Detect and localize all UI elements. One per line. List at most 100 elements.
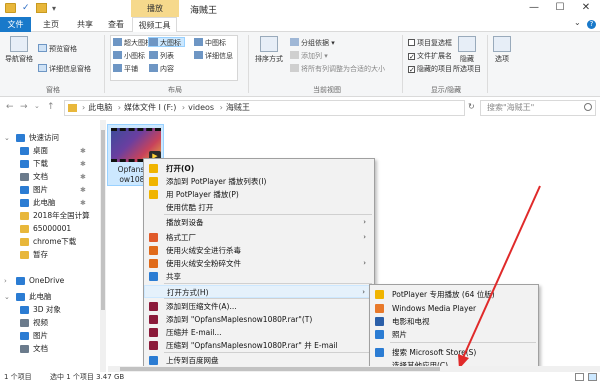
nav-item[interactable]: 65000001: [0, 223, 100, 235]
nav-item[interactable]: 图片 ✱: [0, 184, 100, 196]
recent-locations-icon[interactable]: ⌄: [34, 102, 40, 110]
cube-icon: [20, 306, 29, 314]
item-checkboxes-toggle[interactable]: 项目复选框: [408, 38, 452, 48]
context-menu-item[interactable]: 共享: [144, 270, 374, 283]
checkbox[interactable]: [408, 39, 415, 46]
layout-medium-icons[interactable]: 中图标: [194, 38, 226, 48]
nav-item[interactable]: chrome下载: [0, 236, 100, 248]
maximize-button[interactable]: ☐: [547, 1, 573, 15]
open-with-item[interactable]: 照片: [370, 328, 538, 341]
details-view-icon[interactable]: [575, 373, 584, 381]
add-columns-button[interactable]: 添加列 ▾: [290, 51, 328, 61]
breadcrumb-this-pc[interactable]: 此电脑: [88, 103, 112, 112]
sort-by-button[interactable]: 排序方式: [252, 36, 286, 64]
menu-item-label: 压缩到 "OpfansMaplesnow1080P.rar" 并 E-mail: [166, 341, 338, 350]
help-icon[interactable]: ?: [587, 20, 596, 29]
tab-file[interactable]: 文件: [0, 17, 31, 32]
checkbox-checked[interactable]: ✓: [408, 53, 415, 61]
checkbox-checked[interactable]: ✓: [408, 66, 415, 74]
details-pane-button[interactable]: 详细信息窗格: [38, 64, 91, 74]
minimize-button[interactable]: —: [521, 1, 547, 15]
nav-item[interactable]: 下载 ✱: [0, 158, 100, 170]
back-icon[interactable]: ←: [6, 102, 14, 112]
chevron-right-icon[interactable]: ›: [4, 275, 7, 287]
scrollbar-thumb[interactable]: [120, 367, 440, 371]
size-columns-button[interactable]: 将所有列调整为合适的大小: [290, 64, 385, 74]
breadcrumb-current[interactable]: 海贼王: [226, 103, 250, 112]
context-menu-item[interactable]: 打开(O): [144, 162, 374, 175]
chevron-down-icon[interactable]: ⌄: [4, 132, 10, 144]
search-input[interactable]: 搜索"海贼王": [480, 100, 596, 116]
nav-scrollbar[interactable]: [100, 120, 106, 372]
breadcrumb-videos[interactable]: videos: [188, 103, 214, 112]
nav-item[interactable]: 3D 对象: [0, 304, 100, 316]
open-with-item[interactable]: Windows Media Player: [370, 302, 538, 315]
menu-item-label: 使用火绒安全进行杀毒: [166, 246, 241, 255]
nav-item[interactable]: ⌄ 快速访问: [0, 132, 100, 144]
open-with-item[interactable]: 电影和电视: [370, 315, 538, 328]
properties-icon[interactable]: ✓: [22, 3, 33, 13]
breadcrumb-drive[interactable]: 媒体文件 I (F:): [124, 103, 176, 112]
nav-item[interactable]: 文档: [0, 343, 100, 355]
context-menu-item[interactable]: 格式工厂 ›: [144, 231, 374, 244]
context-menu-item[interactable]: 打开方式(H) ›: [144, 285, 374, 298]
context-menu-item[interactable]: 播放到设备 ›: [144, 216, 374, 229]
hide-selected-button[interactable]: 隐藏 所选项目: [450, 36, 484, 74]
nav-item[interactable]: 桌面 ✱: [0, 145, 100, 157]
layout-list[interactable]: 列表: [149, 51, 174, 61]
context-menu-item[interactable]: 使用优酷 打开: [144, 201, 374, 214]
nav-item[interactable]: 暂存: [0, 249, 100, 261]
nav-item[interactable]: 图片: [0, 330, 100, 342]
address-bar[interactable]: › 此电脑 › 媒体文件 I (F:) › videos › 海贼王: [64, 100, 465, 116]
up-icon[interactable]: ↑: [47, 102, 55, 112]
tab-share[interactable]: 共享: [70, 17, 100, 32]
close-button[interactable]: ✕: [573, 1, 599, 15]
layout-tiles[interactable]: 平铺: [113, 64, 138, 74]
group-by-button[interactable]: 分组依据 ▾: [290, 38, 335, 48]
open-with-item[interactable]: 搜索 Microsoft Store(S): [370, 346, 538, 359]
nav-item[interactable]: 文档 ✱: [0, 171, 100, 183]
forward-icon[interactable]: →: [20, 102, 28, 112]
menu-item-label: 上传到百度网盘: [166, 356, 219, 365]
nav-item-label: 文档: [33, 172, 48, 181]
layout-content[interactable]: 内容: [149, 64, 174, 74]
layout-extra-large-icons[interactable]: 超大图标: [113, 38, 152, 48]
file-extensions-toggle[interactable]: ✓ 文件扩展名: [408, 51, 452, 61]
layout-details[interactable]: 详细信息: [194, 51, 233, 61]
preview-pane-button[interactable]: 预览窗格: [38, 44, 77, 54]
context-menu-item[interactable]: 添加到压缩文件(A)...: [144, 300, 374, 313]
refresh-icon[interactable]: ↻: [468, 102, 475, 111]
quick-access-dropdown-icon[interactable]: ▾: [52, 4, 56, 13]
options-button[interactable]: 选项: [490, 36, 514, 64]
open-with-item-label: Windows Media Player: [392, 304, 477, 313]
nav-item[interactable]: 此电脑 ✱: [0, 197, 100, 209]
context-menu-item[interactable]: 添加到 "OpfansMaplesnow1080P.rar"(T): [144, 313, 374, 326]
context-menu-item[interactable]: 使用火绒安全粉碎文件 ›: [144, 257, 374, 270]
open-with-item[interactable]: PotPlayer 专用播放 (64 位版): [370, 288, 538, 301]
chevron-down-icon[interactable]: ⌄: [4, 291, 10, 303]
pin-icon: ✱: [80, 160, 86, 168]
tab-video-tools[interactable]: 视频工具: [132, 17, 177, 33]
open-with-submenu: PotPlayer 专用播放 (64 位版) Windows Media Play…: [369, 284, 539, 372]
nav-item[interactable]: 2018年全国计算: [0, 210, 100, 222]
context-menu-item[interactable]: 添加到 PotPlayer 播放列表(I): [144, 175, 374, 188]
submenu-arrow-icon: ›: [363, 233, 366, 241]
open-with-item-label: 照片: [392, 330, 407, 339]
new-folder-icon[interactable]: [36, 3, 47, 13]
nav-item[interactable]: 视频: [0, 317, 100, 329]
minimize-ribbon-icon[interactable]: ⌄: [574, 18, 581, 27]
layout-small-icons[interactable]: 小图标: [113, 51, 145, 61]
nav-item[interactable]: ⌄ 此电脑: [0, 291, 100, 303]
large-icons-view-icon[interactable]: [588, 373, 597, 381]
scrollbar-thumb[interactable]: [101, 130, 105, 310]
hidden-items-toggle[interactable]: ✓ 隐藏的项目: [408, 64, 452, 74]
context-menu-item[interactable]: 压缩并 E-mail...: [144, 326, 374, 339]
nav-pane-button[interactable]: 导航窗格: [4, 36, 34, 64]
context-menu-item[interactable]: 用 PotPlayer 播放(P): [144, 188, 374, 201]
layout-large-icons[interactable]: 大图标: [148, 37, 185, 47]
nav-item[interactable]: › OneDrive: [0, 275, 100, 287]
context-menu-item[interactable]: 压缩到 "OpfansMaplesnow1080P.rar" 并 E-mail: [144, 339, 374, 352]
tab-home[interactable]: 主页: [36, 17, 66, 32]
context-menu-item[interactable]: 使用火绒安全进行杀毒: [144, 244, 374, 257]
tab-view[interactable]: 查看: [101, 17, 131, 32]
